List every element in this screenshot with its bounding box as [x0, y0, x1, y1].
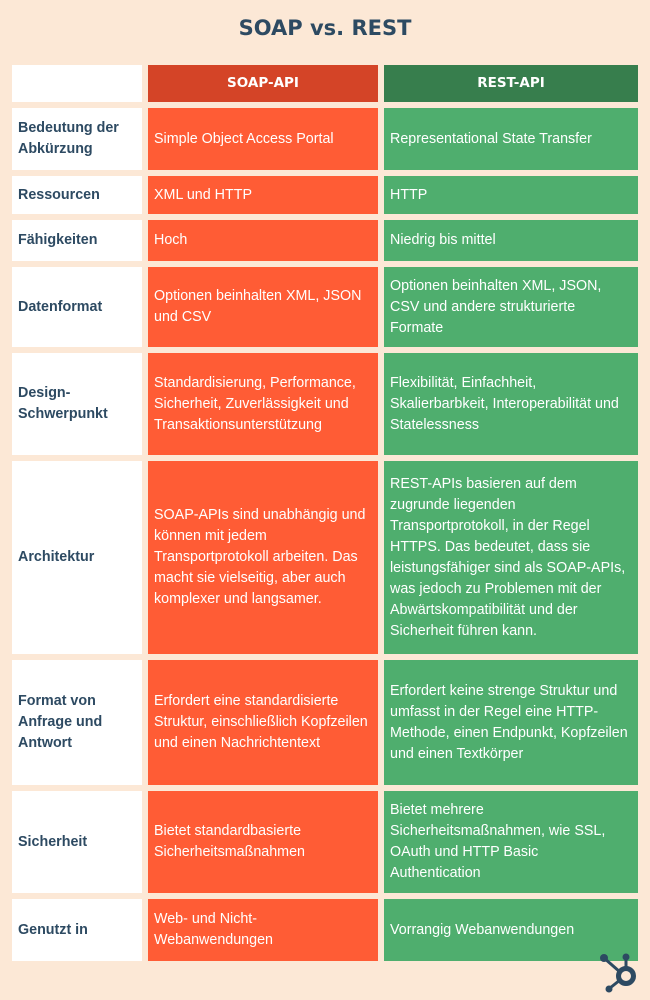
rest-cell: HTTP: [384, 176, 638, 214]
soap-cell: XML und HTTP: [148, 176, 378, 214]
row-label: Format von Anfrage und Antwort: [12, 660, 142, 785]
comparison-table: SOAP-API REST-API Bedeutung der Abkürzun…: [12, 65, 638, 961]
soap-cell: Hoch: [148, 220, 378, 261]
hubspot-sprocket-icon: [600, 953, 636, 993]
soap-cell: SOAP-APIs sind unabhängig und können mit…: [148, 461, 378, 654]
soap-cell: Optionen beinhalten XML, JSON und CSV: [148, 267, 378, 347]
rest-cell: Optionen beinhalten XML, JSON, CSV und a…: [384, 267, 638, 347]
row-label: Architektur: [12, 461, 142, 654]
rest-cell: REST-APIs basieren auf dem zugrunde lieg…: [384, 461, 638, 654]
row-label: Bedeutung der Abkürzung: [12, 108, 142, 170]
soap-cell: Standardisierung, Performance, Sicherhei…: [148, 353, 378, 455]
soap-cell: Simple Object Access Portal: [148, 108, 378, 170]
soap-cell: Web- und Nicht-Webanwendungen: [148, 899, 378, 961]
rest-cell: Flexibilität, Einfachheit, Skalierbarbke…: [384, 353, 638, 455]
row-label: Datenformat: [12, 267, 142, 347]
row-label: Sicherheit: [12, 791, 142, 893]
rest-cell: Representational State Transfer: [384, 108, 638, 170]
page-title: SOAP vs. REST: [238, 16, 412, 40]
rest-cell: Erfordert keine strenge Struktur und umf…: [384, 660, 638, 785]
soap-cell: Erfordert eine standardisierte Struktur,…: [148, 660, 378, 785]
row-label: Design-Schwerpunkt: [12, 353, 142, 455]
header-soap: SOAP-API: [148, 65, 378, 102]
rest-cell: Niedrig bis mittel: [384, 220, 638, 261]
row-label: Genutzt in: [12, 899, 142, 961]
row-label: Ressourcen: [12, 176, 142, 214]
soap-cell: Bietet standardbasierte Sicherheitsmaßna…: [148, 791, 378, 893]
row-label: Fähigkeiten: [12, 220, 142, 261]
header-blank-cell: [12, 65, 142, 102]
header-rest: REST-API: [384, 65, 638, 102]
rest-cell: Bietet mehrere Sicherheitsmaßnahmen, wie…: [384, 791, 638, 893]
